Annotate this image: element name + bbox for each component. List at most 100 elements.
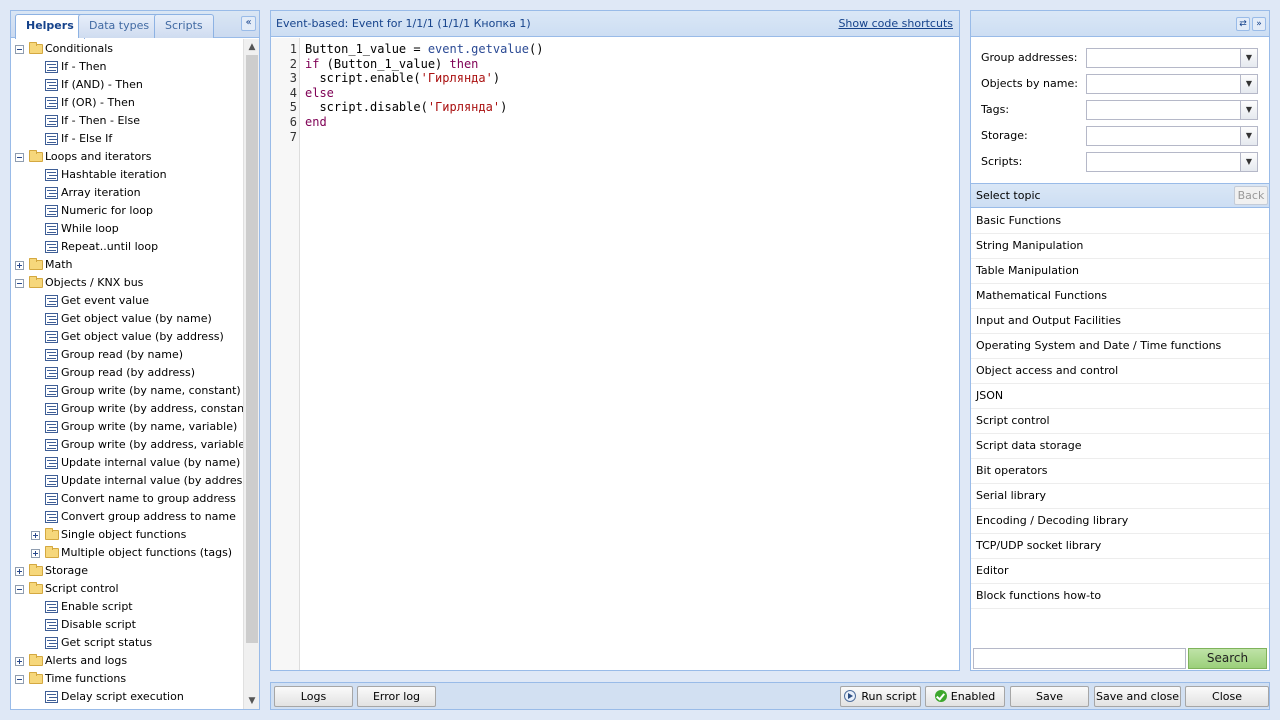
close-button[interactable]: Close [1185, 686, 1269, 707]
chevron-down-icon[interactable]: ▼ [1240, 49, 1257, 67]
tree-item[interactable]: While loop [11, 220, 243, 238]
tree-item[interactable]: Group write (by address, constant) [11, 400, 253, 418]
topic-item[interactable]: Script control [971, 409, 1269, 434]
filter-combobox[interactable]: ▼ [1086, 100, 1258, 120]
tree-item[interactable]: Group write (by name, variable) [11, 418, 243, 436]
tree-item[interactable]: Get event value [11, 292, 243, 310]
collapse-icon[interactable] [15, 675, 24, 684]
enabled-toggle[interactable]: Enabled [925, 686, 1005, 707]
error-log-button[interactable]: Error log [357, 686, 436, 707]
filter-combobox[interactable]: ▼ [1086, 152, 1258, 172]
topic-item[interactable]: JSON [971, 384, 1269, 409]
tree-item[interactable]: If (AND) - Then [11, 76, 243, 94]
tree-item[interactable]: Get object value (by address) [11, 328, 243, 346]
chevron-down-icon[interactable]: ▼ [1240, 153, 1257, 171]
tree-folder[interactable]: Multiple object functions (tags) [11, 544, 243, 562]
double-chevron-right-icon[interactable]: » [1252, 17, 1266, 31]
topic-item[interactable]: Table Manipulation [971, 259, 1269, 284]
search-input[interactable] [973, 648, 1186, 669]
tree-folder[interactable]: Conditionals [11, 40, 243, 58]
expand-icon[interactable] [15, 261, 24, 270]
topic-item[interactable]: Encoding / Decoding library [971, 509, 1269, 534]
expand-icon[interactable] [15, 567, 24, 576]
topic-item[interactable]: Object access and control [971, 359, 1269, 384]
save-button[interactable]: Save [1010, 686, 1089, 707]
tab-helpers[interactable]: Helpers [15, 14, 85, 39]
back-button[interactable]: Back [1234, 186, 1268, 205]
scroll-up-icon[interactable]: ▲ [244, 39, 260, 55]
topic-item[interactable]: Basic Functions [971, 209, 1269, 234]
code-line[interactable]: script.disable('Гирлянда') [305, 100, 507, 115]
scroll-down-icon[interactable]: ▼ [244, 693, 260, 709]
run-script-button[interactable]: Run script [840, 686, 921, 707]
tree-item[interactable]: Array iteration [11, 184, 243, 202]
chevron-down-icon[interactable]: ▼ [1240, 101, 1257, 119]
topic-item[interactable]: TCP/UDP socket library [971, 534, 1269, 559]
code-line[interactable]: Button_1_value = event.getvalue() [305, 42, 543, 57]
expand-icon[interactable] [15, 657, 24, 666]
code-text-area[interactable]: Button_1_value = event.getvalue() if (But… [301, 38, 959, 670]
code-line[interactable]: else [305, 86, 334, 101]
show-code-shortcuts-link[interactable]: Show code shortcuts [838, 11, 953, 37]
collapse-icon[interactable] [15, 585, 24, 594]
logs-button[interactable]: Logs [274, 686, 353, 707]
filter-combobox[interactable]: ▼ [1086, 48, 1258, 68]
tree-item[interactable]: Hashtable iteration [11, 166, 243, 184]
topic-item[interactable]: Bit operators [971, 459, 1269, 484]
tree-item[interactable]: Enable script [11, 598, 243, 616]
expand-icon[interactable] [31, 549, 40, 558]
tree-item[interactable]: Repeat..until loop [11, 238, 243, 256]
tree-item[interactable]: If - Then [11, 58, 243, 76]
tab-scripts[interactable]: Scripts [154, 14, 214, 38]
tree-folder[interactable]: Alerts and logs [11, 652, 243, 670]
tree-folder[interactable]: Script control [11, 580, 243, 598]
tree-folder[interactable]: Loops and iterators [11, 148, 243, 166]
topic-item[interactable]: Mathematical Functions [971, 284, 1269, 309]
double-chevron-left-icon[interactable]: « [241, 16, 256, 31]
tree-item[interactable]: Group read (by address) [11, 364, 243, 382]
save-and-close-button[interactable]: Save and close [1094, 686, 1181, 707]
scroll-thumb[interactable] [246, 55, 258, 643]
tree-item[interactable]: Convert group address to name [11, 508, 243, 526]
tree-folder[interactable]: Time functions [11, 670, 243, 688]
tree-item[interactable]: Group write (by address, variable) [11, 436, 249, 454]
tree-item[interactable]: Group read (by name) [11, 346, 243, 364]
code-line[interactable]: script.enable('Гирлянда') [305, 71, 500, 86]
collapse-icon[interactable] [15, 279, 24, 288]
collapse-icon[interactable] [15, 45, 24, 54]
tree-item[interactable]: If - Then - Else [11, 112, 243, 130]
tab-data-types[interactable]: Data types [78, 14, 161, 38]
tree-item[interactable]: Convert name to group address [11, 490, 243, 508]
tree-item[interactable]: Disable script [11, 616, 243, 634]
tree-item[interactable]: Get object value (by name) [11, 310, 243, 328]
tree-item[interactable]: Delay script execution [11, 688, 243, 706]
tree-item[interactable]: If (OR) - Then [11, 94, 243, 112]
tree-item[interactable]: Get script status [11, 634, 243, 652]
tree-folder[interactable]: Single object functions [11, 526, 243, 544]
tree-item[interactable]: Update internal value (by address) [11, 472, 252, 490]
filter-combobox[interactable]: ▼ [1086, 126, 1258, 146]
search-button[interactable]: Search [1188, 648, 1267, 669]
chevron-down-icon[interactable]: ▼ [1240, 127, 1257, 145]
filter-combobox[interactable]: ▼ [1086, 74, 1258, 94]
topic-item[interactable]: Input and Output Facilities [971, 309, 1269, 334]
code-line[interactable]: end [305, 115, 327, 130]
tree-folder[interactable]: Objects / KNX bus [11, 274, 243, 292]
refresh-icon[interactable]: ⇄ [1236, 17, 1250, 31]
topic-item[interactable]: Block functions how-to [971, 584, 1269, 609]
expand-icon[interactable] [31, 531, 40, 540]
topic-item[interactable]: Operating System and Date / Time functio… [971, 334, 1269, 359]
tree-folder[interactable]: Math [11, 256, 243, 274]
tree-scrollbar[interactable]: ▲ ▼ [243, 39, 259, 709]
topic-item[interactable]: Script data storage [971, 434, 1269, 459]
chevron-down-icon[interactable]: ▼ [1240, 75, 1257, 93]
tree-item[interactable]: If - Else If [11, 130, 243, 148]
tree-item[interactable]: Numeric for loop [11, 202, 243, 220]
code-line[interactable]: if (Button_1_value) then [305, 57, 478, 72]
collapse-icon[interactable] [15, 153, 24, 162]
tree-item[interactable]: Update internal value (by name) [11, 454, 243, 472]
tree-folder[interactable]: Storage [11, 562, 243, 580]
topic-item[interactable]: Editor [971, 559, 1269, 584]
tree-item[interactable]: Group write (by name, constant) [11, 382, 243, 400]
topic-item[interactable]: Serial library [971, 484, 1269, 509]
